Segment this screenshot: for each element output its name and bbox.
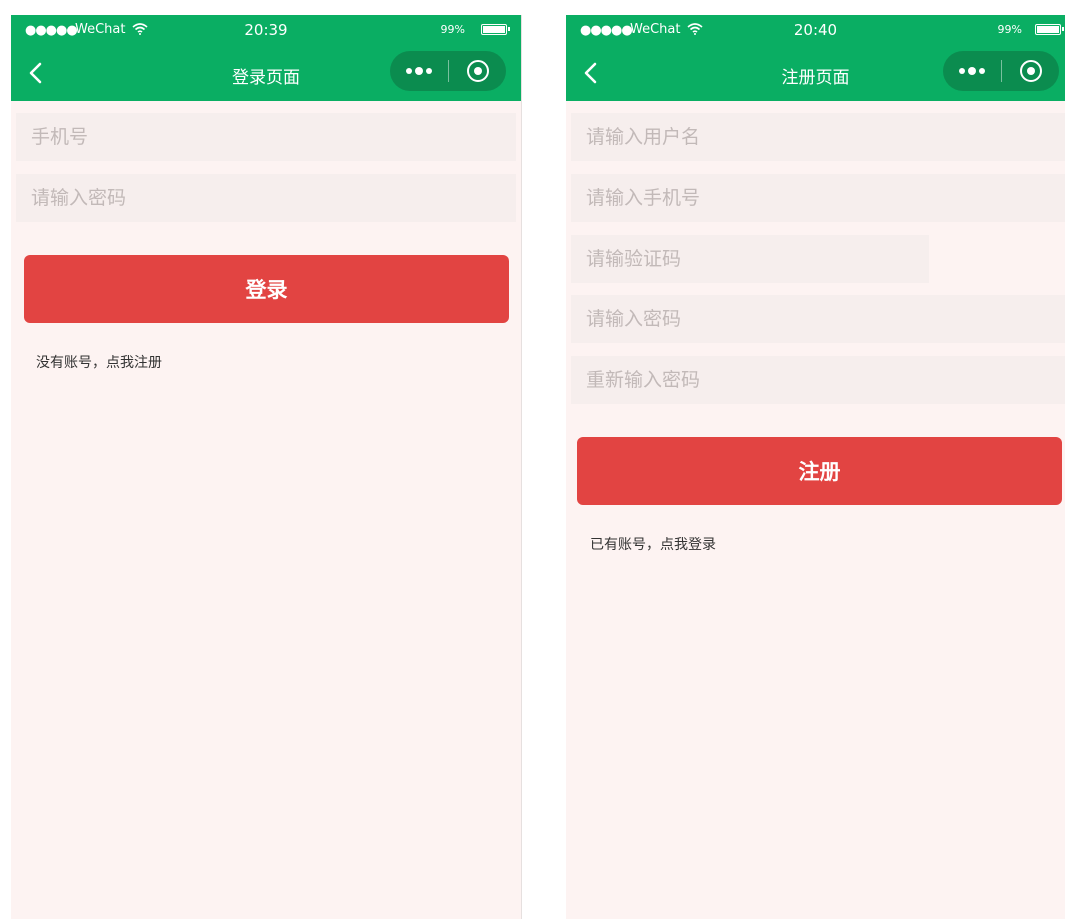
status-bar: ●●●●● WeChat 20:39 99% <box>11 15 521 45</box>
status-bar: ●●●●● WeChat 20:40 99% <box>566 15 1065 45</box>
register-button[interactable]: 注册 <box>577 437 1062 505</box>
phone-field <box>16 113 516 161</box>
confirm-password-input[interactable] <box>586 356 1065 404</box>
register-screen: ●●●●● WeChat 20:40 99% 注册页面 请输入用户名 请输入手机… <box>566 15 1065 919</box>
password-input[interactable] <box>31 174 516 222</box>
battery-percent: 99% <box>997 23 1022 36</box>
target-close-icon[interactable] <box>449 51 506 91</box>
more-dots-icon[interactable] <box>943 51 1000 91</box>
username-field <box>571 113 1065 161</box>
more-dots-icon[interactable] <box>390 51 447 91</box>
menu-capsule <box>390 51 506 91</box>
status-time: 20:40 <box>793 21 838 39</box>
menu-capsule <box>943 51 1059 91</box>
target-close-icon[interactable] <box>1002 51 1059 91</box>
battery-icon <box>1035 24 1064 35</box>
verification-code-field <box>571 235 929 283</box>
nav-bar: 注册页面 <box>566 45 1065 101</box>
phone-input[interactable] <box>31 113 516 161</box>
login-button[interactable]: 登录 <box>24 255 509 323</box>
password-input[interactable] <box>586 295 1065 343</box>
password-field <box>16 174 516 222</box>
confirm-password-field <box>571 356 1065 404</box>
app-header: ●●●●● WeChat 20:39 99% 登录页面 <box>11 15 521 101</box>
verification-code-input[interactable] <box>586 235 929 283</box>
password-field <box>571 295 1065 343</box>
battery-icon <box>481 24 510 35</box>
nav-bar: 登录页面 <box>11 45 521 101</box>
battery-percent: 99% <box>440 23 465 36</box>
register-link[interactable]: 没有账号，点我注册 <box>36 352 162 372</box>
app-header: ●●●●● WeChat 20:40 99% 注册页面 <box>566 15 1065 101</box>
username-input[interactable] <box>586 113 1065 161</box>
login-screen: ●●●●● WeChat 20:39 99% 登录页面 手机号 登录 没有账号，… <box>11 15 522 919</box>
login-link[interactable]: 已有账号，点我登录 <box>590 534 716 554</box>
phone-input[interactable] <box>586 174 1065 222</box>
phone-field <box>571 174 1065 222</box>
